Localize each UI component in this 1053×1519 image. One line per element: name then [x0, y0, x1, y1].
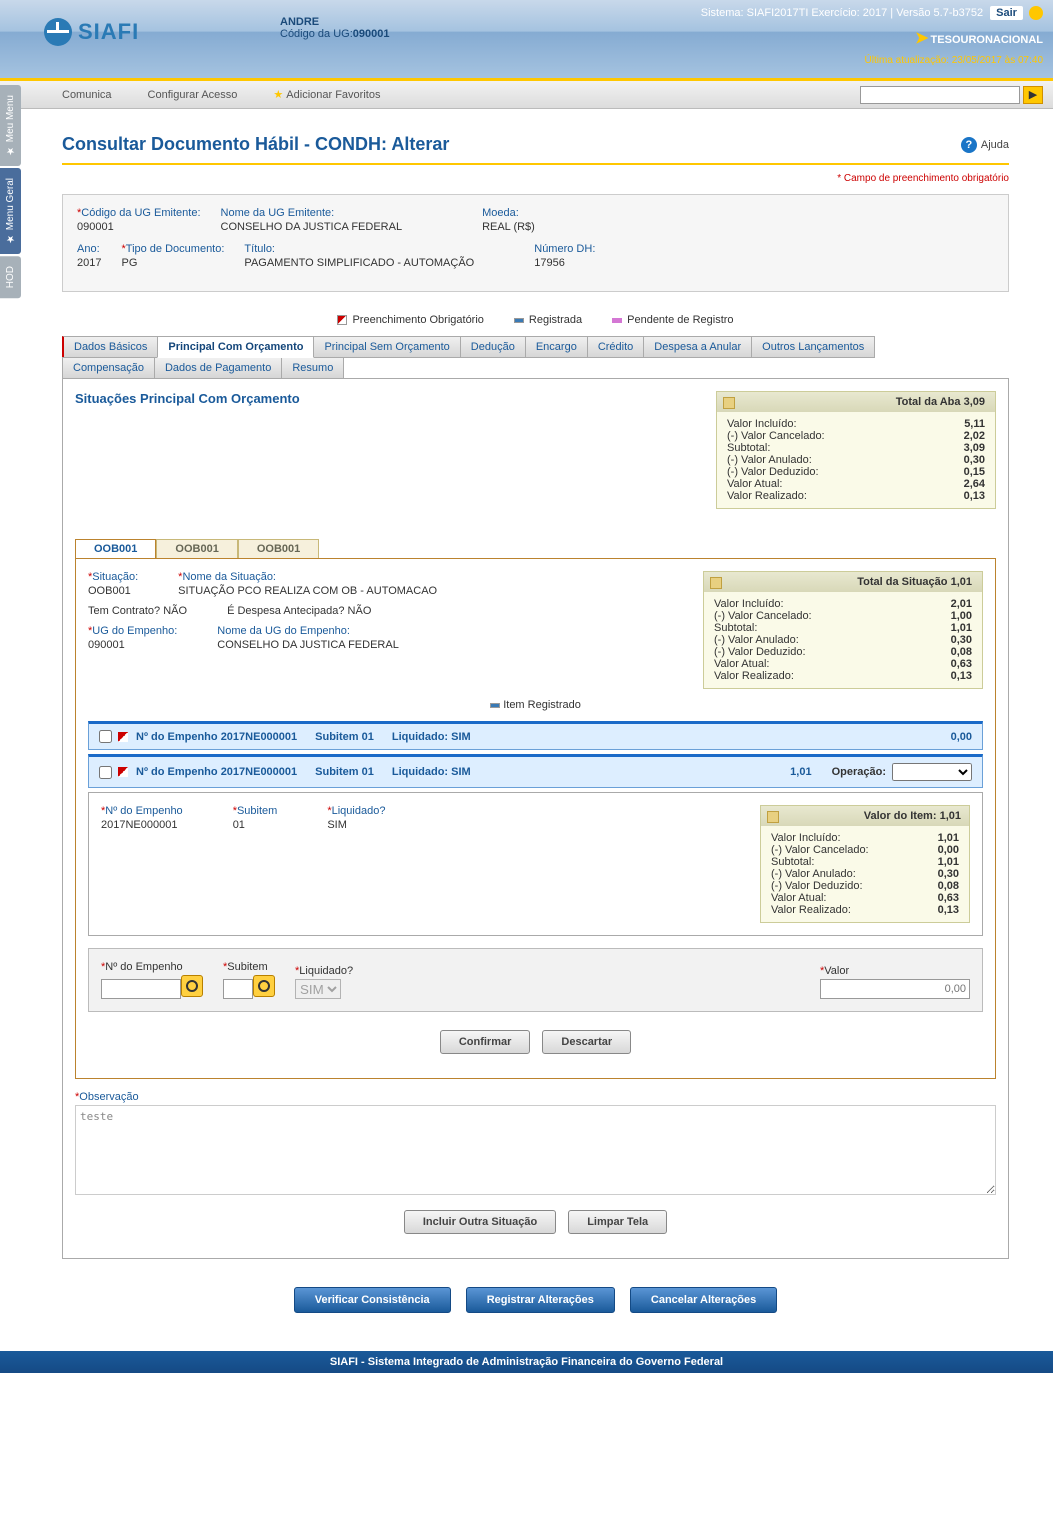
tesouro-logo: ➤TESOURONACIONAL — [915, 28, 1043, 48]
user-name: ANDRE — [280, 16, 319, 28]
subtab-oob001-2[interactable]: OOB001 — [156, 539, 237, 558]
header: SIAFI ANDRE Código da UG:090001 Sistema:… — [0, 0, 1053, 78]
doc-header-panel: *Código da UG Emitente:090001 Nome da UG… — [62, 194, 1009, 292]
system-info: Sistema: SIAFI2017TI Exercício: 2017 | V… — [701, 6, 1043, 20]
main-panel: Situações Principal Com Orçamento Total … — [62, 378, 1009, 1259]
sidetab-meu-menu[interactable]: ★ Meu Menu — [0, 85, 21, 166]
incluir-outra-situacao-button[interactable]: Incluir Outra Situação — [404, 1210, 556, 1234]
tab-dados-pagamento[interactable]: Dados de Pagamento — [154, 357, 282, 379]
descartar-button[interactable]: Descartar — [542, 1030, 631, 1054]
subtab-oob001-3[interactable]: OOB001 — [238, 539, 319, 558]
update-info: Última atualização: 23/05/2017 às 07:40 — [865, 55, 1043, 66]
tab-outros-lancamentos[interactable]: Outros Lançamentos — [751, 336, 875, 358]
search-input[interactable] — [860, 86, 1020, 104]
item-row-1[interactable]: Nº do Empenho 2017NE000001 Subitem 01 Li… — [88, 721, 983, 750]
expand-icon — [118, 732, 128, 742]
lookup-empenho-button[interactable] — [181, 975, 203, 997]
observacao-textarea[interactable] — [75, 1105, 996, 1195]
collapse-icon[interactable] — [723, 397, 735, 409]
logo: SIAFI — [44, 18, 139, 46]
legend-pending-icon — [612, 318, 622, 323]
subitem-input[interactable] — [223, 979, 253, 999]
logo-text: SIAFI — [78, 19, 139, 45]
tab-deducao[interactable]: Dedução — [460, 336, 526, 358]
totals-situacao-box: Total da Situação 1,01 Valor Incluído:2,… — [703, 571, 983, 689]
item-detail: *Nº do Empenho2017NE000001 *Subitem01 *L… — [88, 792, 983, 936]
tab-resumo[interactable]: Resumo — [281, 357, 344, 379]
star-icon: ★ — [273, 89, 283, 101]
menubar: Comunica Configurar Acesso ★Adicionar Fa… — [0, 81, 1053, 109]
confirmar-button[interactable]: Confirmar — [440, 1030, 531, 1054]
help-icon: ? — [961, 137, 977, 153]
tabs: Dados Básicos Principal Com Orçamento Pr… — [62, 336, 1009, 357]
logo-icon — [44, 18, 72, 46]
footer: SIAFI - Sistema Integrado de Administraç… — [0, 1351, 1053, 1373]
action-bar: Verificar Consistência Registrar Alteraç… — [62, 1287, 1009, 1313]
collapse-icon[interactable] — [767, 811, 779, 823]
legend-registered-icon — [490, 703, 500, 708]
totals-aba-box: Total da Aba 3,09 Valor Incluído:5,11 (-… — [716, 391, 996, 509]
liquidado-select: SIM — [295, 979, 341, 999]
arrow-icon: ➤ — [915, 28, 928, 48]
page-title: Consultar Documento Hábil - CONDH: Alter… — [62, 134, 449, 155]
new-item-form: *Nº do Empenho *Subitem *Liquidado?SIM *… — [88, 948, 983, 1012]
menu-configurar[interactable]: Configurar Acesso — [130, 84, 256, 106]
situacoes-title: Situações Principal Com Orçamento — [75, 391, 300, 406]
registrar-alteracoes-button[interactable]: Registrar Alterações — [466, 1287, 615, 1313]
close-icon[interactable] — [1029, 6, 1043, 20]
tab-credito[interactable]: Crédito — [587, 336, 644, 358]
valor-input[interactable] — [820, 979, 970, 999]
cancelar-alteracoes-button[interactable]: Cancelar Alterações — [630, 1287, 777, 1313]
tab-compensacao[interactable]: Compensação — [62, 357, 155, 379]
item-checkbox[interactable] — [99, 730, 112, 743]
verificar-consistencia-button[interactable]: Verificar Consistência — [294, 1287, 451, 1313]
sidetab-menu-geral[interactable]: ★ Menu Geral — [0, 168, 21, 254]
side-tabs: ★ Meu Menu ★ Menu Geral HOD — [0, 85, 30, 300]
collapse-icon[interactable] — [710, 577, 722, 589]
tab-principal-sem-orcamento[interactable]: Principal Sem Orçamento — [313, 336, 460, 358]
item-row-2[interactable]: Nº do Empenho 2017NE000001 Subitem 01 Li… — [88, 754, 983, 788]
legend-registered-icon — [514, 318, 524, 323]
required-note: * Campo de preenchimento obrigatório — [62, 173, 1009, 184]
menu-comunica[interactable]: Comunica — [44, 84, 130, 106]
tab-despesa-anular[interactable]: Despesa a Anular — [643, 336, 752, 358]
menu-favoritos[interactable]: ★Adicionar Favoritos — [255, 83, 398, 106]
legend-required-icon — [337, 315, 347, 325]
sidetab-hod[interactable]: HOD — [0, 256, 21, 298]
tab-principal-com-orcamento[interactable]: Principal Com Orçamento — [157, 336, 314, 358]
limpar-tela-button[interactable]: Limpar Tela — [568, 1210, 667, 1234]
n-empenho-input[interactable] — [101, 979, 181, 999]
item-totals-box: Valor do Item: 1,01 Valor Incluído:1,01 … — [760, 805, 970, 923]
operacao-select[interactable] — [892, 763, 972, 781]
item-checkbox[interactable] — [99, 766, 112, 779]
expand-icon — [118, 767, 128, 777]
tab-dados-basicos[interactable]: Dados Básicos — [62, 336, 158, 358]
search-go-button[interactable]: ▶ — [1023, 86, 1043, 104]
lookup-subitem-button[interactable] — [253, 975, 275, 997]
sair-button[interactable]: Sair — [990, 6, 1023, 20]
tab-encargo[interactable]: Encargo — [525, 336, 588, 358]
subtab-oob001-1[interactable]: OOB001 — [75, 539, 156, 558]
legend: Preenchimento Obrigatório Registrada Pen… — [62, 304, 1009, 336]
situacao-panel: *Situação:OOB001 *Nome da Situação:SITUA… — [75, 558, 996, 1079]
help-link[interactable]: ?Ajuda — [961, 137, 1009, 153]
user-block: ANDRE Código da UG:090001 — [280, 16, 389, 40]
